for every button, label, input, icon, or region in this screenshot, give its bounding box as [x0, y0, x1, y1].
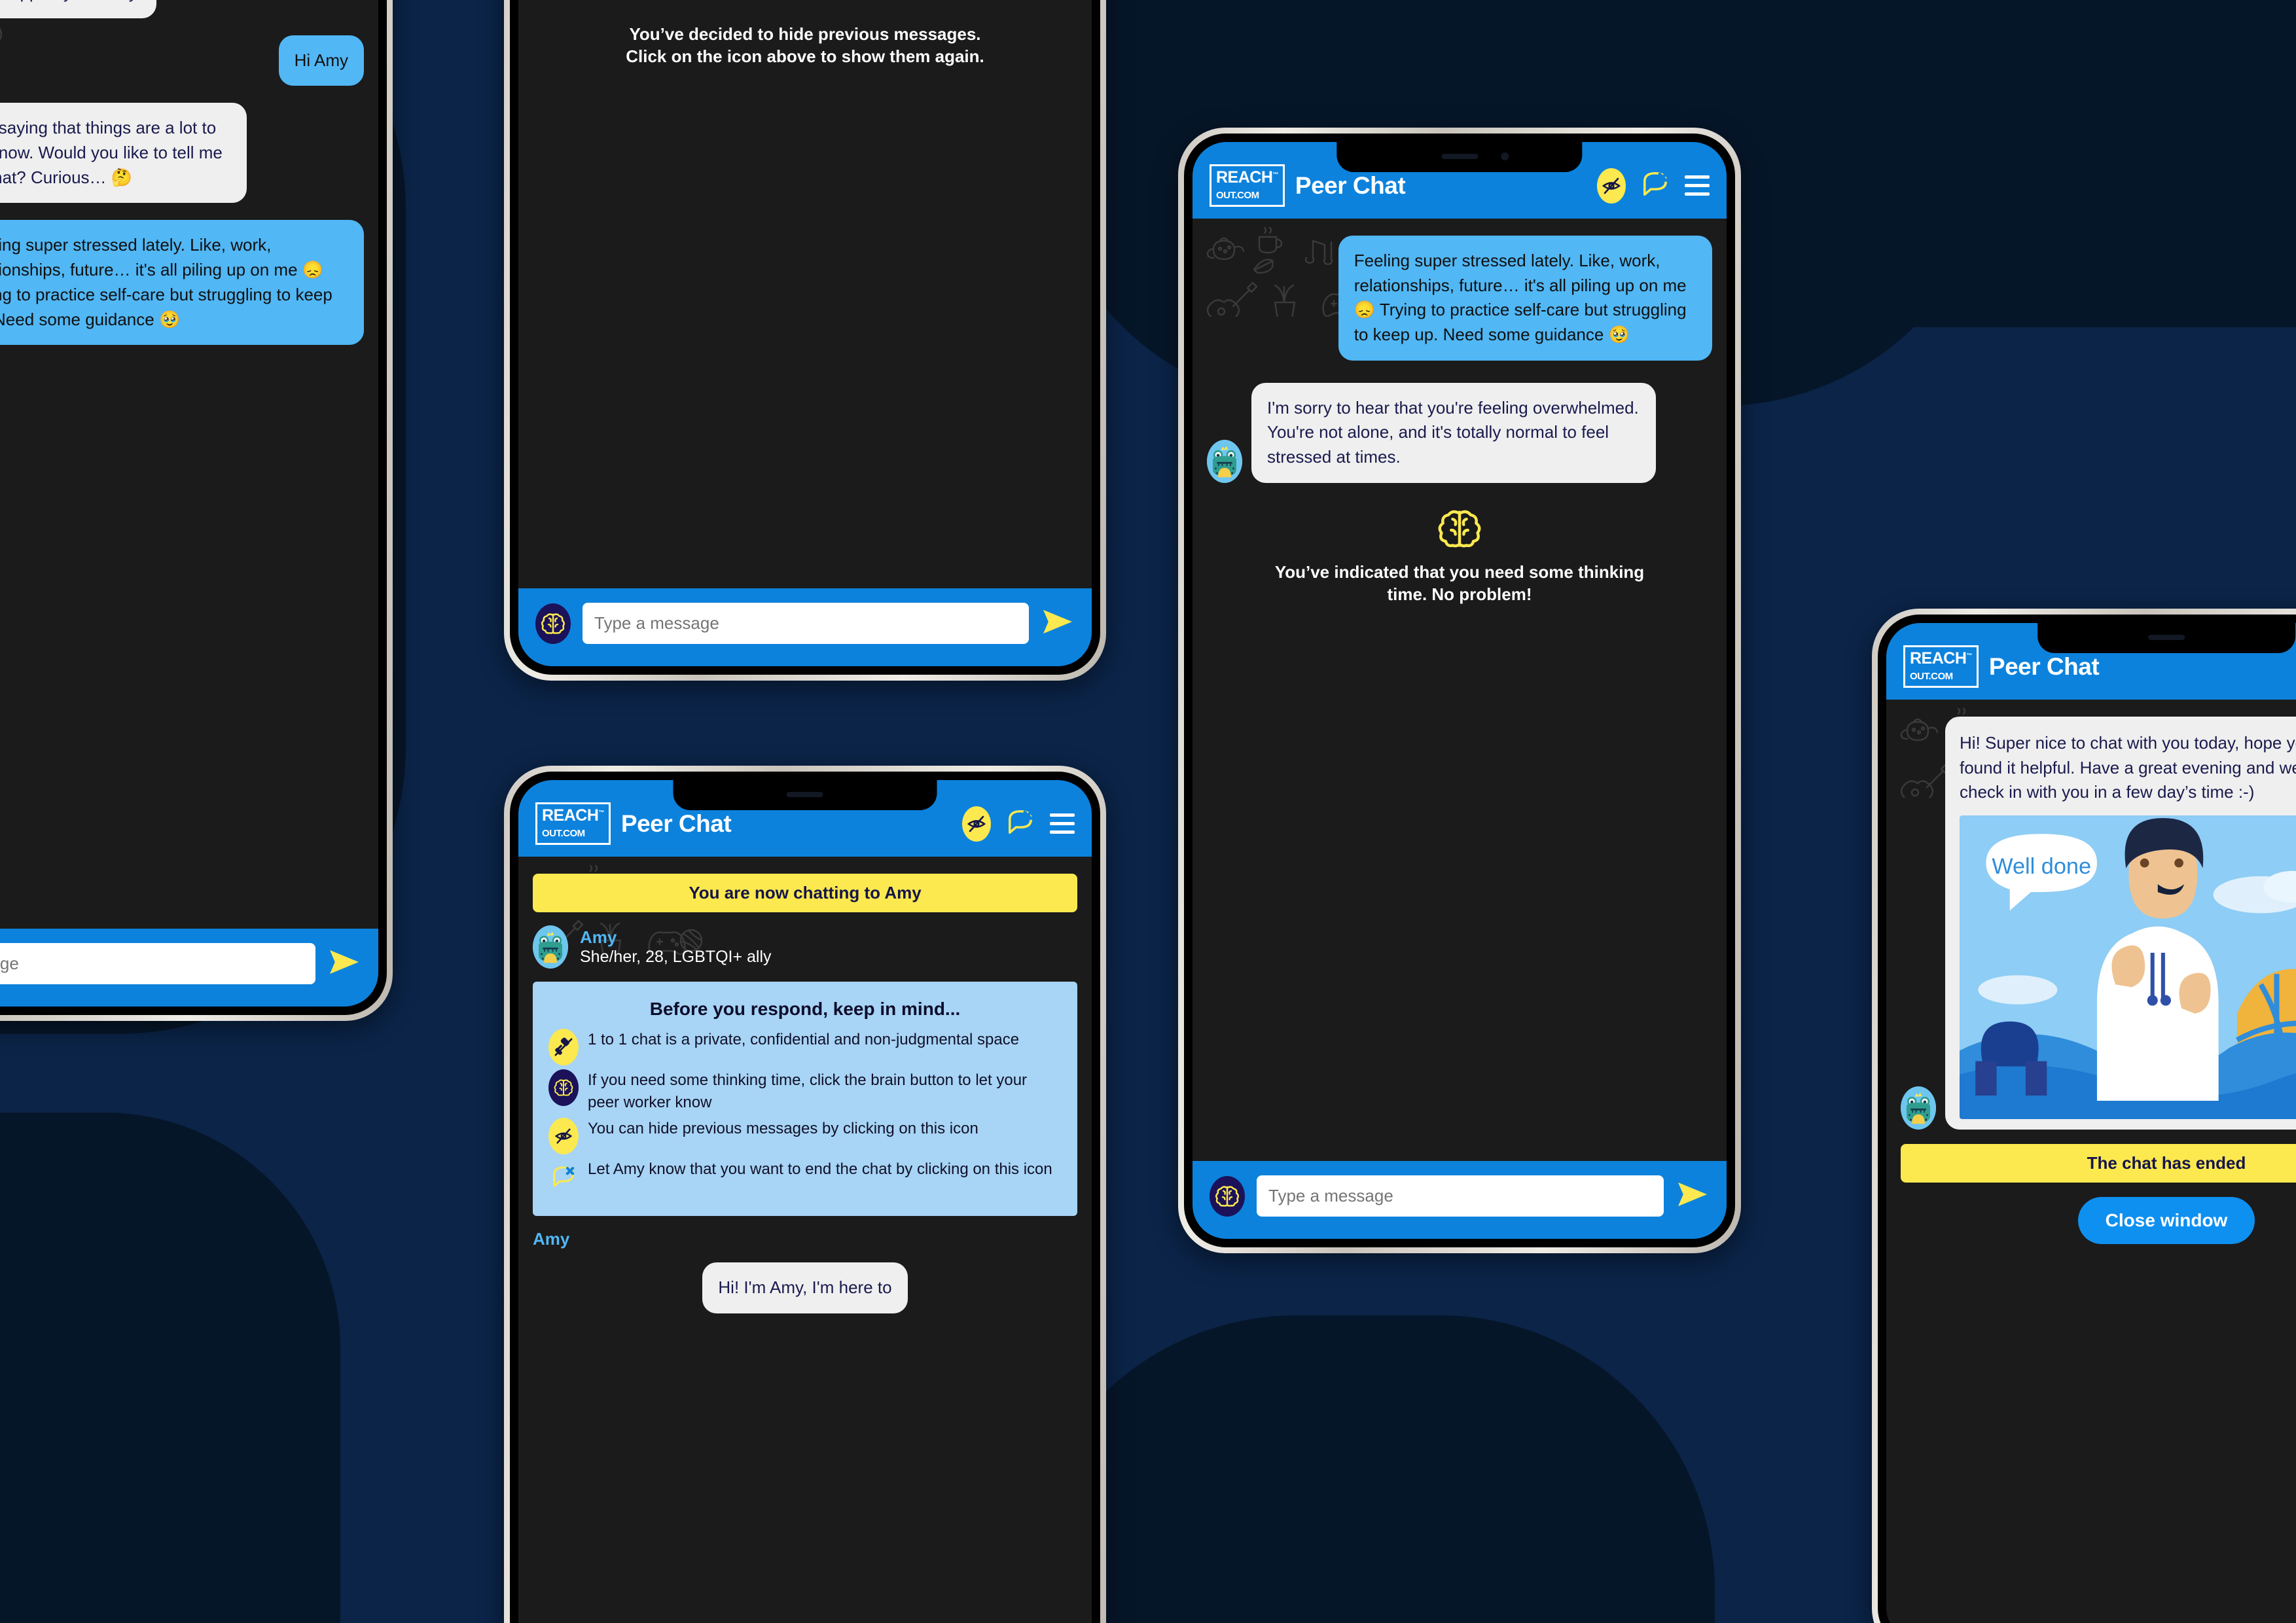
device-notch: [1336, 142, 1583, 172]
hidden-messages-notice: You’ve decided to hide previous messages…: [626, 24, 984, 66]
device-notch: [2037, 623, 2295, 653]
guideline-item: Let Amy know that you want to end the ch…: [548, 1158, 1062, 1195]
message-bubble-outgoing: Feeling super stressed lately. Like, wor…: [1338, 236, 1712, 361]
phone-bezel: REACH™ OUT.COM Peer Chat You are now cha…: [510, 772, 1100, 1623]
message-bubble-incoming: I'm sorry to hear that you're feeling ov…: [1251, 382, 1656, 483]
guidelines-card: Before you respond, keep in mind... 1 to…: [533, 982, 1077, 1217]
phone-bezel: REACH™ OUT.COM Peer Chat Hi! Super nice …: [1878, 615, 2296, 1623]
farewell-card: Hi! Super nice to chat with you today, h…: [1945, 717, 2296, 1130]
chat-area: Feeling super stressed lately. Like, wor…: [1193, 219, 1727, 1161]
eye-slash-icon[interactable]: [962, 806, 991, 842]
avatar: [533, 925, 568, 969]
avatar: [1901, 1086, 1936, 1130]
message-input[interactable]: [583, 603, 1029, 644]
peer-profile: Amy She/her, 28, LGBTQI+ ally: [533, 925, 1077, 969]
peer-name: Amy: [580, 927, 617, 947]
message-composer: [0, 929, 378, 1007]
guideline-item: You can hide previous messages by clicki…: [548, 1118, 1062, 1155]
guideline-item: 1 to 1 chat is a private, confidential a…: [548, 1029, 1062, 1065]
page-title: Peer Chat: [1988, 652, 2100, 680]
send-icon[interactable]: [1676, 1180, 1710, 1212]
guidelines-title: Before you respond, keep in mind...: [649, 999, 961, 1019]
brain-icon[interactable]: [1210, 1175, 1245, 1217]
message-bubble-incoming: Hi! I'm Amy, I'm here to: [702, 1262, 908, 1313]
avatar: [1207, 439, 1242, 483]
chat-bubble-x-icon[interactable]: [1640, 169, 1670, 202]
phone-bezel: REACH™ OUT.COM Peer Chat Feeling super s…: [1184, 134, 1735, 1247]
guideline-item: If you need some thinking time, click th…: [548, 1069, 1062, 1114]
chat-area: Hi! Super nice to chat with you today, h…: [1886, 700, 2296, 1623]
brain-icon: [1207, 505, 1712, 552]
hamburger-menu-icon[interactable]: [1050, 813, 1075, 834]
message-input[interactable]: [0, 943, 315, 984]
well-done-illustration: Well done: [1960, 815, 2296, 1120]
app-screen-ended: REACH™ OUT.COM Peer Chat Hi! Super nice …: [1886, 623, 2296, 1623]
thinking-time-notice: You’ve indicated that you need some thin…: [1274, 562, 1645, 604]
reachout-logo: REACH™ OUT.COM: [1210, 164, 1285, 207]
message-sender-label: Amy: [533, 1229, 570, 1249]
eye-slash-icon: [548, 1118, 579, 1155]
svg-text:Well done: Well done: [1992, 854, 2091, 879]
send-icon[interactable]: [1041, 607, 1075, 639]
chat-area: You are now chatting to Amy Amy She/her,…: [518, 857, 1092, 1623]
phone-bezel: You’ve decided to hide previous messages…: [510, 0, 1100, 675]
app-screen-hidden: You’ve decided to hide previous messages…: [518, 0, 1092, 666]
phone-mockup-chat-ended: REACH™ OUT.COM Peer Chat Hi! Super nice …: [1872, 609, 2296, 1623]
message-row-incoming: I'm sorry to hear that you're feeling ov…: [1207, 382, 1712, 483]
send-icon[interactable]: [327, 948, 361, 980]
chat-bubble-x-icon[interactable]: [1005, 807, 1035, 840]
status-banner: You are now chatting to Amy: [533, 874, 1077, 912]
app-screen-intro: REACH™ OUT.COM Peer Chat You are now cha…: [518, 780, 1092, 1623]
brain-icon[interactable]: [535, 603, 571, 644]
message-bubble-outgoing: Hi Amy: [278, 35, 364, 86]
status-banner: The chat has ended: [1901, 1144, 2296, 1183]
message-input[interactable]: [1257, 1175, 1664, 1217]
brain-icon: [548, 1069, 579, 1106]
reachout-logo: REACH™ OUT.COM: [535, 802, 611, 845]
message-bubble-outgoing: Feeling super stressed lately. Like, wor…: [0, 220, 364, 346]
background-shape: [1021, 1315, 1715, 1623]
phone-mockup-hidden-messages: You’ve decided to hide previous messages…: [504, 0, 1106, 681]
page-title: Peer Chat: [620, 810, 732, 837]
message-bubble-incoming: I’m Amy, I’m here to support you today.: [0, 0, 157, 18]
hamburger-menu-icon[interactable]: [1685, 175, 1710, 196]
phone-mockup-chat-intro: REACH™ OUT.COM Peer Chat You are now cha…: [504, 766, 1106, 1623]
gavel-crossed-out-icon: [548, 1029, 579, 1065]
farewell-text: Hi! Super nice to chat with you today, h…: [1960, 733, 2296, 802]
phone-mockup-conversation: I’m Amy, I’m here to support you today. …: [0, 0, 393, 1021]
page-title: Peer Chat: [1295, 171, 1406, 199]
close-window-button[interactable]: Close window: [2077, 1197, 2255, 1245]
peer-meta: She/her, 28, LGBTQI+ ally: [580, 948, 772, 966]
eye-slash-icon[interactable]: [1597, 168, 1626, 204]
chat-area: I’m Amy, I’m here to support you today. …: [0, 0, 378, 929]
phone-bezel: I’m Amy, I’m here to support you today. …: [0, 0, 387, 1015]
message-composer: [518, 588, 1092, 666]
message-row-incoming: Hi! Super nice to chat with you today, h…: [1901, 717, 2296, 1130]
app-screen-main: REACH™ OUT.COM Peer Chat Feeling super s…: [1193, 142, 1727, 1239]
phone-mockup-main-chat: REACH™ OUT.COM Peer Chat Feeling super s…: [1178, 128, 1741, 1253]
app-screen-conversation: I’m Amy, I’m here to support you today. …: [0, 0, 378, 1007]
reachout-logo: REACH™ OUT.COM: [1903, 645, 1979, 688]
background-shape: [0, 1113, 340, 1623]
chat-area-hidden: You’ve decided to hide previous messages…: [518, 0, 1092, 588]
message-composer: [1193, 1161, 1727, 1239]
chat-bubble-x-icon: [548, 1158, 579, 1195]
message-bubble-incoming: I saw your check-in saying that things a…: [0, 103, 247, 204]
device-notch: [673, 780, 937, 810]
